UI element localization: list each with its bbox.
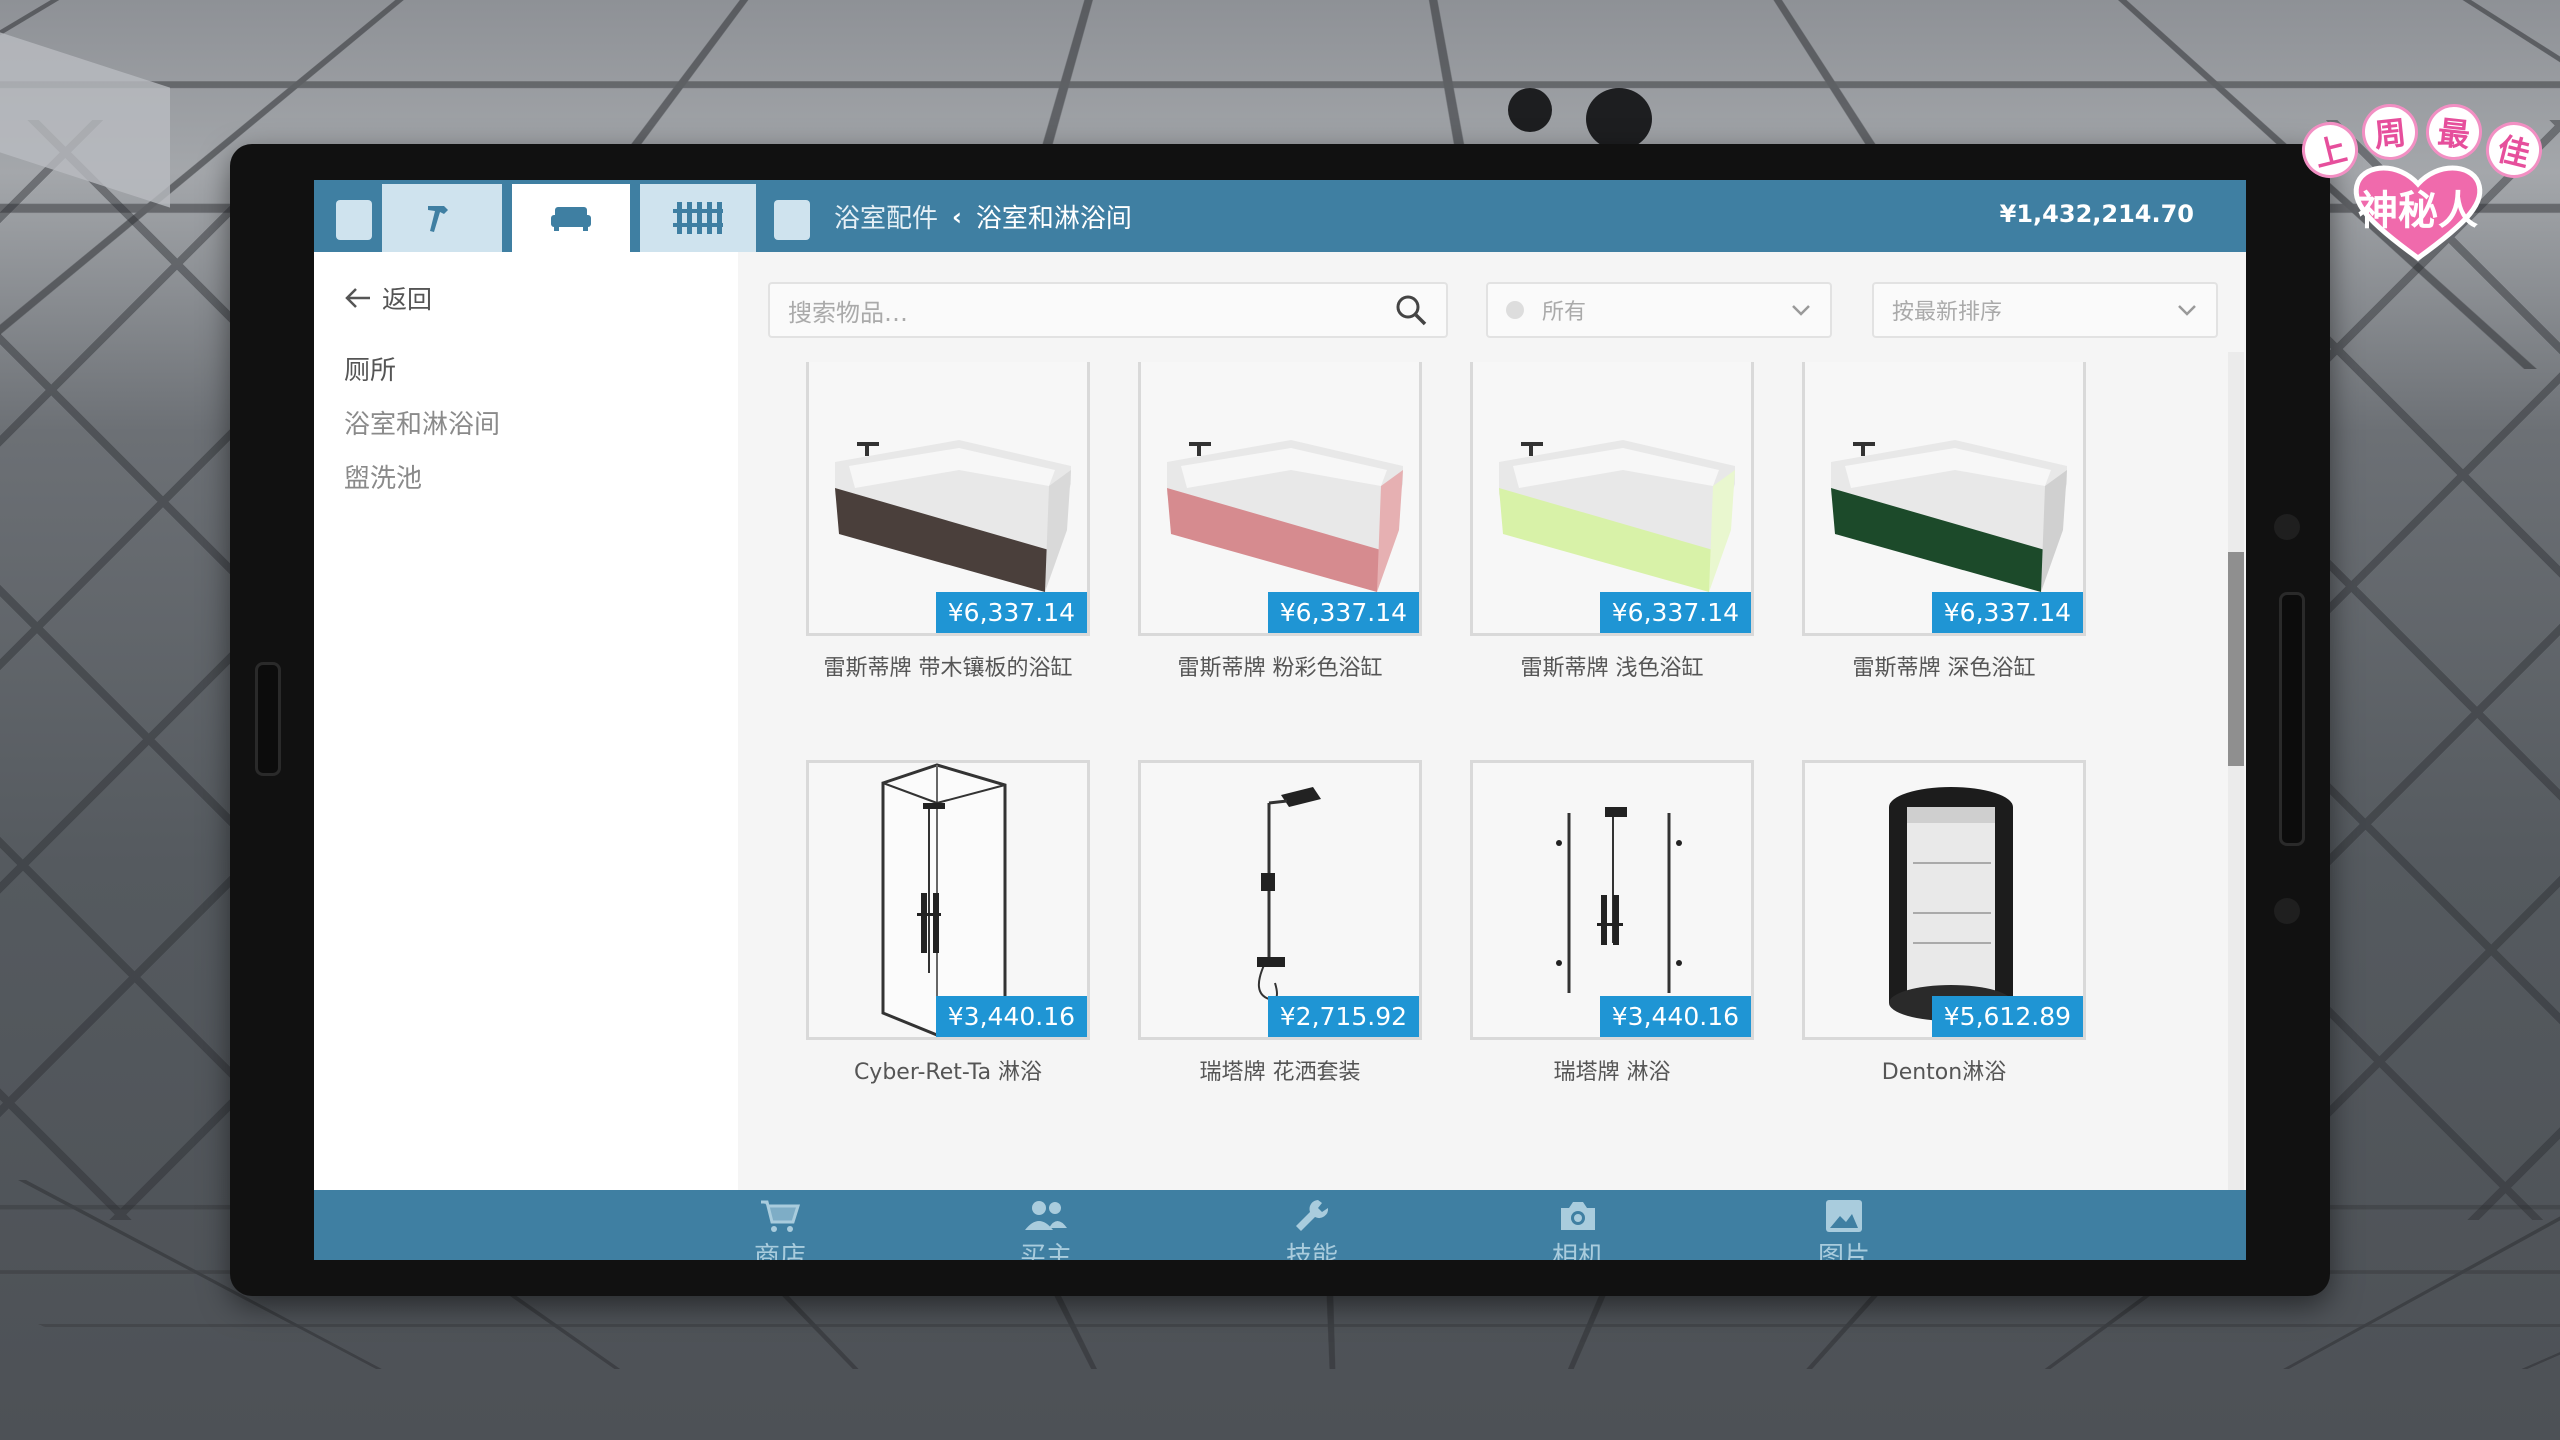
price-badge: ¥6,337.14: [936, 592, 1087, 633]
item-thumbnail: ¥5,612.89: [1802, 760, 2086, 1040]
category-sinks[interactable]: 盥洗池: [344, 458, 422, 495]
cart-icon: [759, 1198, 801, 1234]
price-badge: ¥2,715.92: [1268, 996, 1419, 1037]
item-card[interactable]: ¥2,715.92 瑞塔牌 花洒套装: [1138, 760, 1422, 1086]
tablet-sensor: [2274, 514, 2300, 540]
wall-tiles-left: [0, 120, 240, 1220]
filter-color-dot: [1506, 301, 1524, 319]
item-name: 瑞塔牌 花洒套装: [1138, 1054, 1422, 1086]
tab-tools[interactable]: [382, 184, 502, 252]
search-icon[interactable]: [1394, 293, 1428, 327]
fence-icon: [673, 200, 723, 236]
item-card[interactable]: ¥6,337.14 雷斯蒂牌 深色浴缸: [1802, 362, 2086, 682]
badge-heart-text: 神秘人: [2352, 178, 2484, 236]
ceiling-fixture: [1586, 88, 1652, 150]
tab-scroll-left[interactable]: [336, 200, 372, 240]
nav-skills-label: 技能: [1286, 1236, 1338, 1260]
item-thumbnail: ¥3,440.16: [1470, 760, 1754, 1040]
item-card[interactable]: ¥3,440.16 Cyber-Ret-Ta 淋浴: [806, 760, 1090, 1086]
nav-shop-label: 商店: [754, 1236, 806, 1260]
item-card[interactable]: ¥6,337.14 雷斯蒂牌 带木镶板的浴缸: [806, 362, 1090, 682]
nav-buyers[interactable]: 买主: [986, 1198, 1106, 1260]
category-toilets[interactable]: 厕所: [344, 350, 396, 387]
item-name: 雷斯蒂牌 粉彩色浴缸: [1138, 650, 1422, 682]
breadcrumb-parent[interactable]: 浴室配件: [834, 198, 938, 235]
tablet-sensor: [2274, 898, 2300, 924]
breadcrumb-current: 浴室和淋浴间: [976, 198, 1132, 235]
scrollbar-track[interactable]: [2228, 352, 2244, 1190]
camera-icon: [1557, 1198, 1599, 1234]
item-name: 雷斯蒂牌 带木镶板的浴缸: [806, 650, 1090, 682]
sort-dropdown[interactable]: 按最新排序: [1872, 282, 2218, 338]
tab-furniture[interactable]: [512, 184, 630, 252]
item-browser: 搜索物品… 所有 按最新排序 ¥6,337.14 雷斯蒂牌 带木镶板的浴缸 ¥6…: [738, 252, 2246, 1190]
sofa-icon: [549, 203, 593, 233]
nav-buyers-label: 买主: [1020, 1236, 1072, 1260]
filter-dropdown[interactable]: 所有: [1486, 282, 1832, 338]
scrollbar-thumb[interactable]: [2228, 552, 2244, 766]
item-name: Cyber-Ret-Ta 淋浴: [806, 1054, 1090, 1086]
item-thumbnail: ¥6,337.14: [1138, 362, 1422, 636]
tab-scroll-right[interactable]: [774, 200, 810, 240]
price-badge: ¥6,337.14: [1268, 592, 1419, 633]
item-name: 雷斯蒂牌 深色浴缸: [1802, 650, 2086, 682]
item-card[interactable]: ¥6,337.14 雷斯蒂牌 浅色浴缸: [1470, 362, 1754, 682]
search-input[interactable]: 搜索物品…: [768, 282, 1448, 338]
tablet-side-button: [255, 662, 281, 776]
item-card[interactable]: ¥6,337.14 雷斯蒂牌 粉彩色浴缸: [1138, 362, 1422, 682]
hammer-icon: [422, 200, 462, 236]
nav-camera-label: 相机: [1552, 1236, 1604, 1260]
wrench-icon: [1292, 1198, 1332, 1234]
item-thumbnail: ¥6,337.14: [1470, 362, 1754, 636]
nav-pictures-label: 图片: [1818, 1236, 1870, 1260]
balance-display: ¥1,432,214.70: [2000, 200, 2194, 228]
price-badge: ¥6,337.14: [1932, 592, 2083, 633]
price-badge: ¥3,440.16: [1600, 996, 1751, 1037]
people-icon: [1023, 1198, 1069, 1234]
filter-value: 所有: [1542, 294, 1790, 326]
item-name: 雷斯蒂牌 浅色浴缸: [1470, 650, 1754, 682]
item-thumbnail: ¥6,337.14: [1802, 362, 2086, 636]
chevron-down-icon: [1790, 299, 1812, 321]
ceiling-fixture: [1508, 88, 1552, 132]
top-bar: 浴室配件 ‹ 浴室和淋浴间 ¥1,432,214.70: [314, 180, 2246, 252]
image-icon: [1824, 1198, 1864, 1234]
item-thumbnail: ¥6,337.14: [806, 362, 1090, 636]
wall-tiles-right: [2320, 120, 2560, 1220]
back-label: 返回: [382, 280, 432, 316]
badge-char: 周: [2359, 101, 2421, 163]
nav-camera[interactable]: 相机: [1518, 1198, 1638, 1260]
nav-shop[interactable]: 商店: [720, 1198, 840, 1260]
price-badge: ¥3,440.16: [936, 996, 1087, 1037]
tab-construction[interactable]: [640, 184, 756, 252]
item-name: Denton淋浴: [1802, 1054, 2086, 1086]
badge-char: 佳: [2480, 116, 2548, 184]
item-thumbnail: ¥3,440.16: [806, 760, 1090, 1040]
category-sidebar: 返回 厕所 浴室和淋浴间 盥洗池: [314, 252, 738, 1190]
search-placeholder: 搜索物品…: [788, 293, 1394, 328]
item-thumbnail: ¥2,715.92: [1138, 760, 1422, 1040]
tablet-device: 浴室配件 ‹ 浴室和淋浴间 ¥1,432,214.70 返回 厕所 浴室和淋浴间…: [230, 144, 2330, 1296]
tablet-side-button: [2279, 592, 2305, 846]
chevron-left-icon: ‹: [952, 203, 962, 231]
item-name: 瑞塔牌 淋浴: [1470, 1054, 1754, 1086]
item-grid: ¥6,337.14 雷斯蒂牌 带木镶板的浴缸 ¥6,337.14 雷斯蒂牌 粉彩…: [738, 362, 2218, 1190]
nav-pictures[interactable]: 图片: [1784, 1198, 1904, 1260]
best-weekly-badge: 上 周 最 佳 神秘人: [2296, 100, 2544, 270]
tablet-screen: 浴室配件 ‹ 浴室和淋浴间 ¥1,432,214.70 返回 厕所 浴室和淋浴间…: [314, 180, 2246, 1260]
badge-char: 最: [2423, 101, 2485, 163]
back-button[interactable]: 返回: [344, 280, 432, 316]
price-badge: ¥5,612.89: [1932, 996, 2083, 1037]
price-badge: ¥6,337.14: [1600, 592, 1751, 633]
category-bath-shower[interactable]: 浴室和淋浴间: [344, 404, 500, 441]
chevron-down-icon: [2176, 299, 2198, 321]
item-card[interactable]: ¥3,440.16 瑞塔牌 淋浴: [1470, 760, 1754, 1086]
bottom-navigation: 商店 买主 技能 相机 图片: [314, 1190, 2246, 1260]
nav-skills[interactable]: 技能: [1252, 1198, 1372, 1260]
item-card[interactable]: ¥5,612.89 Denton淋浴: [1802, 760, 2086, 1086]
arrow-left-icon: [344, 286, 372, 310]
sort-value: 按最新排序: [1892, 294, 2176, 326]
breadcrumb: 浴室配件 ‹ 浴室和淋浴间: [834, 198, 1132, 235]
